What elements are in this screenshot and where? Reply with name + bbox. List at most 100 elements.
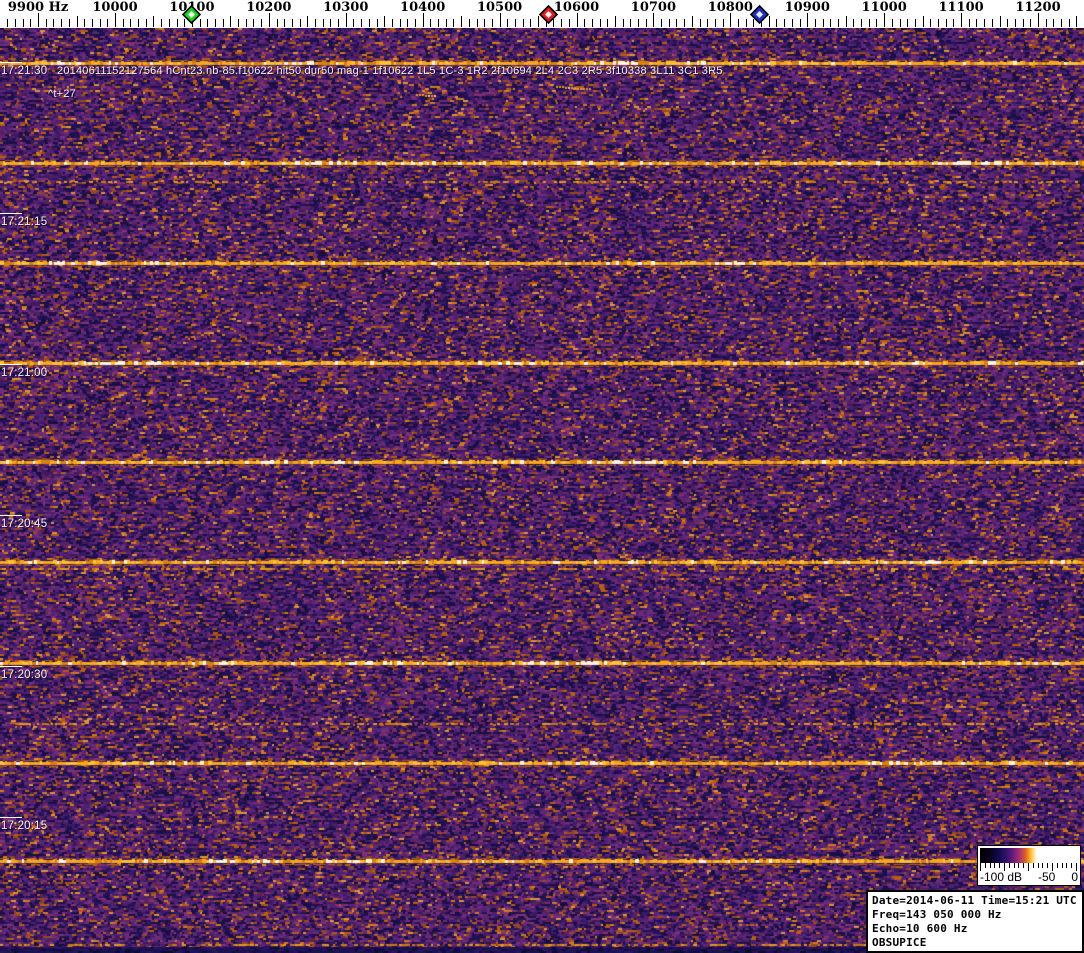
freq-tick [522,19,524,27]
station-info-box: Date=2014-06-11 Time=15:21 UTC Freq=143 … [866,890,1084,953]
freq-tick [945,19,947,27]
time-axis-label: 17:21:30 [1,65,48,77]
spectrogram-canvas[interactable] [0,28,1084,953]
freq-tick [499,13,501,27]
scale-tick [1061,863,1063,868]
freq-tick [976,19,978,27]
freq-tick [776,19,778,27]
freq-tick [445,19,447,27]
freq-tick [884,13,886,27]
freq-tick [814,19,816,27]
freq-axis-label: 10700 [630,0,677,15]
freq-tick [984,19,986,27]
freq-axis-label: 10400 [400,0,446,15]
freq-tick [207,19,209,27]
freq-tick [676,19,678,27]
scale-tick [989,863,991,868]
freq-tick [707,19,709,27]
freq-tick [399,19,401,27]
scale-label-min: -100 dB [980,870,1023,884]
freq-tick [468,19,470,27]
freq-tick [961,13,963,27]
freq-tick [38,13,40,27]
freq-tick [130,19,132,27]
scale-tick [1018,863,1020,868]
info-freq-line: Freq=143 050 000 Hz [872,908,1002,921]
scale-tick [1013,863,1015,868]
freq-tick [291,19,293,27]
freq-tick [407,19,409,27]
freq-tick [714,19,716,27]
freq-tick [668,19,670,27]
freq-tick [1022,19,1024,27]
freq-tick [630,19,632,27]
freq-tick [876,19,878,27]
freq-tick [830,19,832,27]
freq-tick [507,19,509,27]
freq-axis-label: 10500 [476,0,523,15]
freq-tick [91,19,93,27]
freq-tick [122,19,124,27]
freq-axis-label: 11200 [1015,0,1061,15]
freq-tick [684,19,686,27]
freq-tick [368,19,370,27]
marker-blue-diamond-icon[interactable] [749,4,770,25]
time-axis-label: 17:20:45 [1,518,48,530]
freq-tick [276,19,278,27]
freq-tick [214,19,216,27]
freq-tick [330,19,332,27]
freq-tick [430,19,432,27]
freq-tick [376,19,378,27]
freq-tick [1007,19,1009,27]
freq-tick [591,19,593,27]
freq-tick [484,19,486,27]
freq-tick [730,13,732,27]
marker-green-diamond-icon[interactable] [182,4,202,25]
freq-axis-label: 10600 [553,0,600,15]
time-tick [0,62,22,63]
freq-tick [391,19,393,27]
freq-tick [7,19,9,27]
scale-label-max: 0 [1071,870,1078,884]
freq-tick [845,16,847,27]
freq-tick [784,19,786,27]
scale-tick [1056,863,1058,868]
marker-red-diamond-icon[interactable] [538,4,558,25]
freq-tick [914,19,916,27]
meteor-spectrogram-app: 9900 Hz100001010010200103001040010500106… [0,0,1084,953]
freq-tick [53,19,55,27]
freq-tick [261,19,263,27]
freq-tick [838,19,840,27]
freq-tick [514,19,516,27]
freq-tick [530,19,532,27]
frequency-axis-ruler[interactable]: 9900 Hz100001010010200103001040010500106… [0,0,1084,28]
freq-tick [461,16,463,27]
freq-tick [238,19,240,27]
freq-tick [76,16,78,27]
freq-tick [699,19,701,27]
time-axis-label: 17:21:00 [1,367,48,379]
freq-tick [145,19,147,27]
freq-tick [307,16,309,27]
freq-tick [22,19,24,27]
freq-tick [30,19,32,27]
freq-tick [222,19,224,27]
freq-tick [907,19,909,27]
freq-axis-label: 10000 [92,0,138,15]
freq-tick [138,19,140,27]
freq-tick [284,19,286,27]
time-tick [0,515,22,516]
freq-axis-label: 10200 [246,0,292,15]
freq-tick [822,19,824,27]
freq-tick [438,19,440,27]
freq-tick [476,19,478,27]
color-scale: -100 dB -50 0 [977,845,1081,886]
freq-tick [930,19,932,27]
freq-tick [115,13,116,27]
freq-tick [361,19,363,27]
detection-annotation: 20140611152127564 hCnt23 nb-85.f10622 hi… [57,65,723,77]
freq-tick [584,19,586,27]
color-scale-gradient [980,848,1078,863]
freq-tick [691,16,693,27]
freq-tick [353,19,355,27]
